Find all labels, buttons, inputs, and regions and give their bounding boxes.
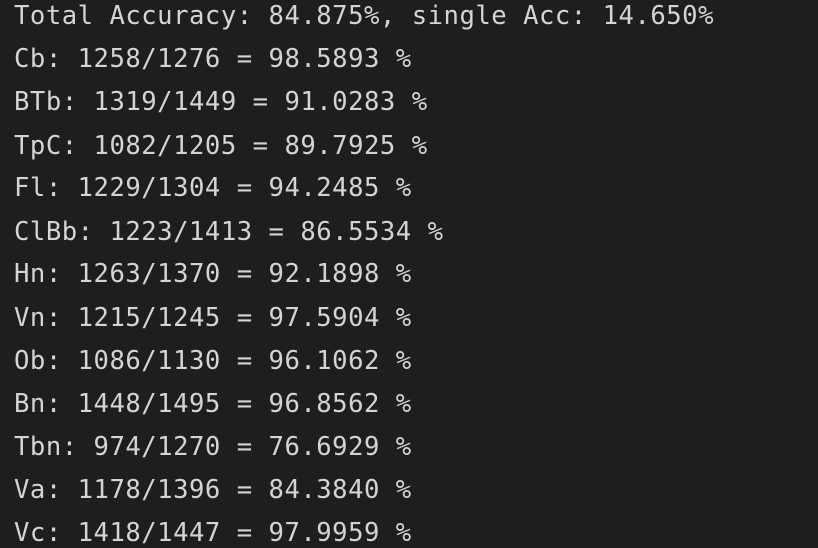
output-line-ob: Ob: 1086/1130 = 96.1062 % <box>14 346 412 376</box>
output-line-fl: Fl: 1229/1304 = 94.2485 % <box>14 173 412 203</box>
output-line-tbn: Tbn: 974/1270 = 76.6929 % <box>14 432 412 462</box>
output-line-vc: Vc: 1418/1447 = 97.9959 % <box>14 518 412 548</box>
output-line-total-accuracy: Total Accuracy: 84.875%, single Acc: 14.… <box>14 1 714 31</box>
output-line-cb: Cb: 1258/1276 = 98.5893 % <box>14 44 412 74</box>
output-line-bn: Bn: 1448/1495 = 96.8562 % <box>14 389 412 419</box>
output-line-btb: BTb: 1319/1449 = 91.0283 % <box>14 87 428 117</box>
output-line-va: Va: 1178/1396 = 84.3840 % <box>14 475 412 505</box>
output-line-clbb: ClBb: 1223/1413 = 86.5534 % <box>14 217 444 247</box>
terminal-output[interactable]: Total Accuracy: 84.875%, single Acc: 14.… <box>0 0 818 548</box>
output-line-vn: Vn: 1215/1245 = 97.5904 % <box>14 303 412 333</box>
output-line-hn: Hn: 1263/1370 = 92.1898 % <box>14 259 412 289</box>
output-line-tpc: TpC: 1082/1205 = 89.7925 % <box>14 131 428 161</box>
